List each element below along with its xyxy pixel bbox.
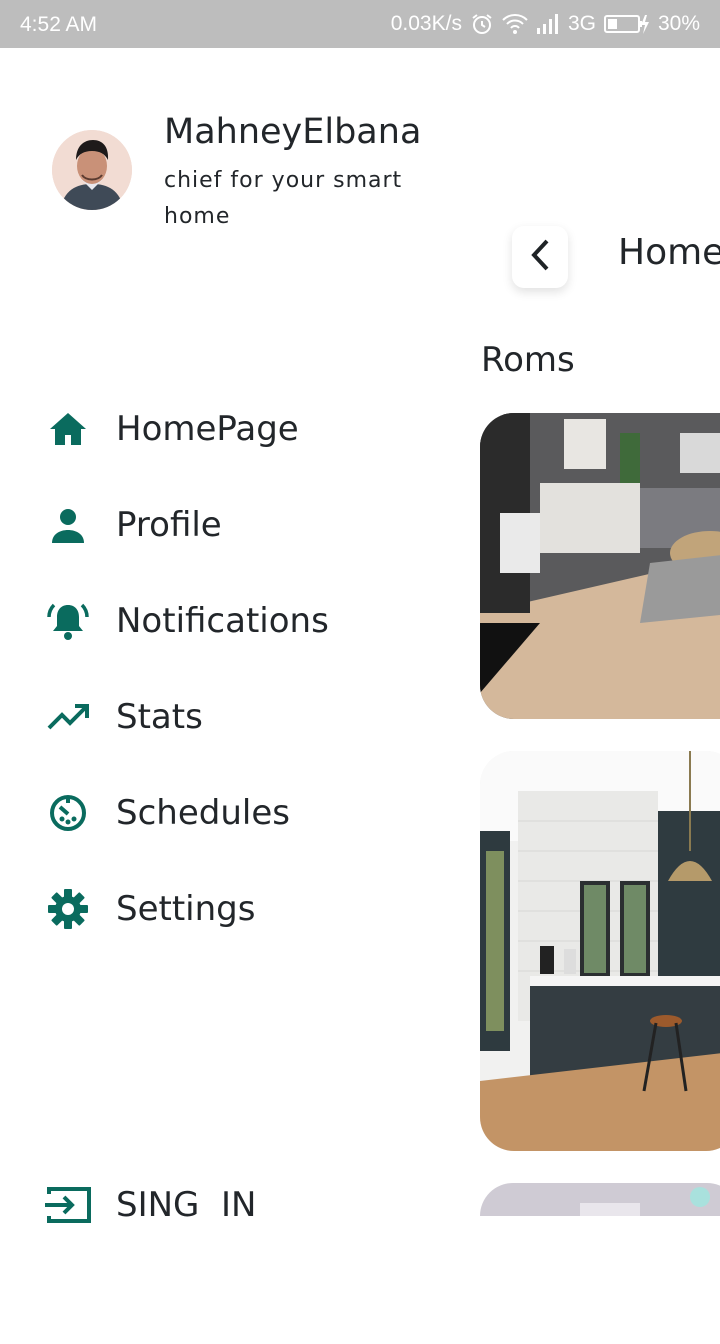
network-type: 3G	[567, 12, 596, 35]
gear-icon	[44, 885, 92, 933]
nav-item-label: HomePage	[116, 409, 299, 449]
bell-icon	[44, 597, 92, 645]
battery-level: 30%	[657, 12, 700, 35]
chevron-left-icon	[529, 238, 551, 276]
timer-icon	[44, 789, 92, 837]
nav-item-label: Stats	[116, 697, 203, 737]
battery-icon	[603, 13, 650, 35]
profile-subtitle: chief for your smart home	[164, 168, 403, 229]
kitchen-image	[480, 751, 720, 1151]
avatar[interactable]	[52, 130, 132, 210]
wifi-icon	[502, 13, 528, 35]
back-button[interactable]	[512, 226, 568, 288]
room-card[interactable]	[480, 751, 720, 1151]
sign-in-label: SING IN	[116, 1185, 257, 1225]
home-icon	[44, 405, 92, 453]
nav-item-label: Notifications	[116, 601, 329, 641]
status-time: 4:52 AM	[20, 13, 98, 36]
nav-item-notifications[interactable]: Notifications	[44, 593, 329, 649]
signal-icon	[536, 14, 560, 34]
nav-item-homepage[interactable]: HomePage	[44, 401, 299, 457]
room-card[interactable]	[480, 1183, 720, 1216]
nav-item-label: Profile	[116, 505, 222, 545]
login-icon	[44, 1181, 92, 1229]
nav-item-label: Settings	[116, 889, 256, 929]
sign-in-button[interactable]: SING IN	[44, 1177, 256, 1233]
section-title: Roms	[481, 340, 575, 380]
living-room-image	[480, 413, 720, 719]
nav-item-label: Schedules	[116, 793, 290, 833]
status-bar: 4:52 AM 0.03K/s 3G 30%	[0, 0, 720, 48]
nav-item-schedules[interactable]: Schedules	[44, 785, 290, 841]
alarm-icon	[470, 12, 494, 36]
trending-up-icon	[44, 693, 92, 741]
room-image	[480, 1183, 720, 1216]
profile-name: MahneyElbana	[164, 112, 422, 152]
nav-item-profile[interactable]: Profile	[44, 497, 222, 553]
person-icon	[44, 501, 92, 549]
nav-item-stats[interactable]: Stats	[44, 689, 203, 745]
page-title: Home	[618, 232, 720, 273]
nav-item-settings[interactable]: Settings	[44, 881, 255, 937]
network-speed: 0.03K/s	[390, 12, 462, 35]
room-card[interactable]	[480, 413, 720, 719]
